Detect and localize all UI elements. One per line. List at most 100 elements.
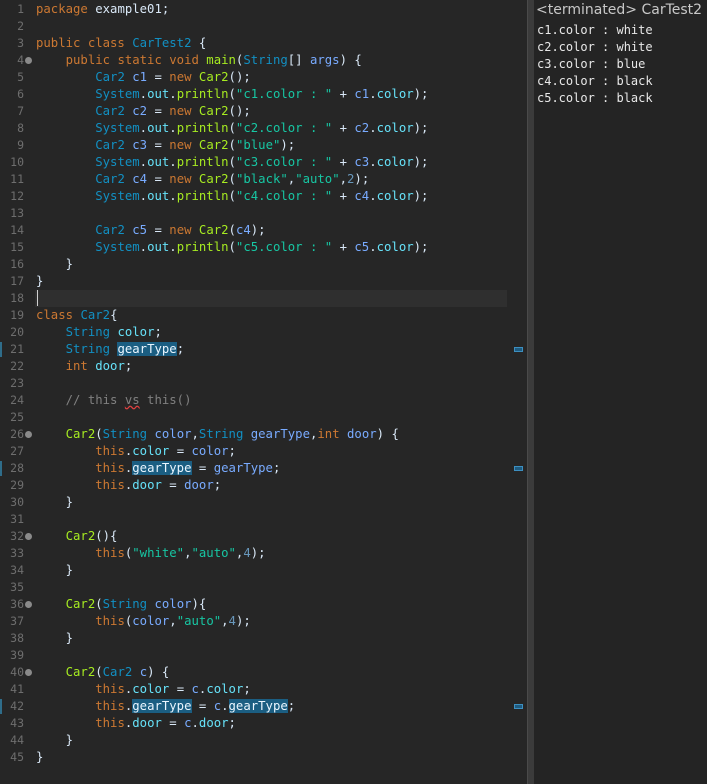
line-number: 36 <box>10 597 24 611</box>
console-view[interactable]: <terminated> CarTest2 [J c1.color : whit… <box>534 0 707 784</box>
code-token: ( <box>228 138 236 152</box>
code-line[interactable]: this.color = c.color; <box>36 681 251 698</box>
code-editor[interactable]: 1 2 3 4 5 6 7 8 9 10 11 12 13 14 15 16 17 18 19 20 21 22 23 24 2… <box>0 0 527 784</box>
code-token: println <box>176 87 229 101</box>
code-line[interactable]: } <box>36 273 43 290</box>
code-line[interactable]: Car2(String color){ <box>36 596 207 613</box>
code-line[interactable]: Car2 c4 = new Car2("black","auto",2); <box>36 171 369 188</box>
code-token: Car2 <box>95 104 125 118</box>
line-number: 5 <box>17 70 24 84</box>
code-token: [] <box>287 53 310 67</box>
code-line[interactable]: public static void main(String[] args) { <box>36 52 362 69</box>
fold-toggle-icon[interactable] <box>25 533 32 540</box>
code-line[interactable]: Car2 c3 = new Car2("blue"); <box>36 137 295 154</box>
code-token: . <box>139 87 148 101</box>
code-area[interactable]: package example01; public class CarTest2 … <box>35 0 507 784</box>
code-token: (){ <box>95 529 118 543</box>
code-token: c3 <box>354 155 370 169</box>
line-number: 33 <box>10 546 24 560</box>
line-number: 14 <box>10 223 24 237</box>
code-token: "auto" <box>176 614 222 628</box>
occurrence-marker <box>0 461 2 476</box>
code-line[interactable]: this.door = door; <box>36 477 221 494</box>
code-token: = <box>147 172 170 186</box>
code-line[interactable]: String color; <box>36 324 162 341</box>
code-line[interactable]: package example01; <box>36 1 169 18</box>
code-token: vs <box>124 393 140 407</box>
code-token: . <box>369 121 377 135</box>
code-line[interactable]: class Car2{ <box>36 307 117 324</box>
fold-toggle-icon[interactable] <box>25 57 32 64</box>
code-line[interactable]: this.color = color; <box>36 443 236 460</box>
line-number: 40 <box>10 665 24 679</box>
code-line[interactable]: } <box>36 732 73 749</box>
code-token: color <box>376 189 414 203</box>
code-line[interactable]: this("white","auto",4); <box>36 545 265 562</box>
fold-toggle-icon[interactable] <box>25 601 32 608</box>
code-line[interactable]: Car2 c1 = new Car2(); <box>36 69 251 86</box>
code-token: c1 <box>354 87 370 101</box>
code-token: } <box>36 257 74 271</box>
code-token: } <box>36 750 44 764</box>
code-token: ); <box>235 614 251 628</box>
overview-ruler-occurrence-mark[interactable] <box>514 704 523 709</box>
code-line[interactable]: } <box>36 256 73 273</box>
code-token: this <box>95 716 125 730</box>
code-line[interactable]: Car2(){ <box>36 528 118 545</box>
code-line[interactable]: System.out.println("c3.color : " + c3.co… <box>36 154 428 171</box>
code-line[interactable]: System.out.println("c5.color : " + c5.co… <box>36 239 428 256</box>
code-token: ; <box>154 325 162 339</box>
code-token: System <box>95 155 140 169</box>
code-line[interactable]: Car2(String color,String gearType,int do… <box>36 426 399 443</box>
line-number-gutter[interactable]: 1 2 3 4 5 6 7 8 9 10 11 12 13 14 15 16 17 18 19 20 21 22 23 24 2… <box>0 0 35 784</box>
code-token: + <box>332 121 355 135</box>
code-token: c <box>191 682 199 696</box>
code-token: this <box>95 699 125 713</box>
code-line[interactable]: Car2(Car2 c) { <box>36 664 170 681</box>
occurrence-highlight: gearType <box>117 342 177 356</box>
overview-ruler[interactable] <box>507 0 527 784</box>
code-line[interactable]: this.gearType = gearType; <box>36 460 280 477</box>
code-line[interactable]: System.out.println("c2.color : " + c2.co… <box>36 120 428 137</box>
code-line[interactable]: this.door = c.door; <box>36 715 236 732</box>
code-token: System <box>95 240 140 254</box>
line-number: 28 <box>10 461 24 475</box>
fold-toggle-icon[interactable] <box>25 669 32 676</box>
overview-ruler-occurrence-mark[interactable] <box>514 347 523 352</box>
code-token: { <box>110 308 118 322</box>
line-number: 31 <box>10 512 24 526</box>
code-line[interactable]: } <box>36 494 73 511</box>
code-token: out <box>147 87 170 101</box>
code-line[interactable]: this.gearType = c.gearType; <box>36 698 295 715</box>
code-line[interactable]: } <box>36 562 73 579</box>
code-token: 4 <box>228 614 236 628</box>
code-token: String <box>243 53 288 67</box>
code-token: . <box>139 121 148 135</box>
code-line[interactable]: public class CarTest2 { <box>36 35 206 52</box>
code-line[interactable]: } <box>36 630 73 647</box>
code-line[interactable]: Car2 c5 = new Car2(c4); <box>36 222 265 239</box>
code-line[interactable]: this(color,"auto",4); <box>36 613 251 630</box>
code-token: ); <box>413 87 429 101</box>
code-line[interactable]: int door; <box>36 358 133 375</box>
code-token: , <box>339 172 348 186</box>
code-line[interactable]: System.out.println("c4.color : " + c4.co… <box>36 188 428 205</box>
view-splitter[interactable] <box>527 0 534 784</box>
code-line[interactable]: Car2 c2 = new Car2(); <box>36 103 251 120</box>
code-line[interactable]: // this vs this() <box>36 392 192 409</box>
code-token: String <box>65 325 111 339</box>
overview-ruler-occurrence-mark[interactable] <box>514 466 523 471</box>
fold-toggle-icon[interactable] <box>25 431 32 438</box>
code-token: ( <box>228 240 236 254</box>
code-line[interactable]: } <box>36 749 43 766</box>
code-line[interactable]: String gearType; <box>36 341 184 358</box>
code-line[interactable]: System.out.println("c1.color : " + c1.co… <box>36 86 428 103</box>
code-token: this <box>95 444 125 458</box>
code-token: . <box>169 87 177 101</box>
